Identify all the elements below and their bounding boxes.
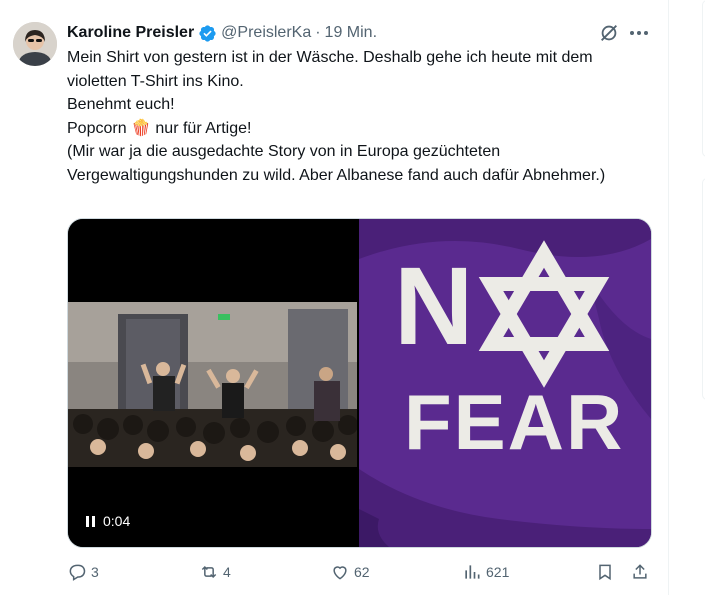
shirt-photo[interactable]: N FEAR <box>359 219 651 547</box>
tweet-text: Mein Shirt von gestern ist in der Wäsche… <box>67 46 652 187</box>
video-time-label: 0:04 <box>103 513 131 529</box>
author-handle[interactable]: @PreislerKa <box>221 24 311 42</box>
media-grid: 0:04 N FEAR <box>67 218 652 548</box>
like-count: 62 <box>354 564 370 580</box>
tweet[interactable]: Karoline Preisler @PreislerKa · 19 Min. … <box>0 0 669 595</box>
verified-badge-icon[interactable] <box>198 24 217 43</box>
author-name[interactable]: Karoline Preisler <box>67 24 194 42</box>
tweet-text-line: (Mir war ja die ausgedachte Story von in… <box>67 143 606 184</box>
views-button[interactable]: 621 <box>462 560 509 584</box>
reply-button[interactable]: 3 <box>67 560 99 584</box>
video-frame <box>68 302 357 467</box>
repost-count: 4 <box>223 564 231 580</box>
bookmark-icon <box>599 564 611 581</box>
timestamp[interactable]: 19 Min. <box>325 24 377 42</box>
repost-icon <box>201 565 217 579</box>
shirt-text-n: N <box>394 245 473 368</box>
tweet-text-line: Mein Shirt von gestern ist in der Wäsche… <box>67 49 593 90</box>
separator-dot: · <box>315 24 321 41</box>
tweet-text-line: Benehmt euch! <box>67 96 175 113</box>
like-button[interactable]: 62 <box>330 560 370 584</box>
avatar[interactable] <box>13 22 57 66</box>
action-bar: 3 4 62 621 <box>67 560 652 584</box>
right-column-edge <box>692 0 705 595</box>
bookmark-button[interactable] <box>595 560 615 584</box>
repost-button[interactable]: 4 <box>199 560 231 584</box>
heart-icon <box>333 566 347 580</box>
views-chart-icon <box>465 565 480 579</box>
tweet-header: Karoline Preisler @PreislerKa · 19 Min. <box>67 22 377 44</box>
shirt-image: N FEAR <box>359 219 651 547</box>
reply-count: 3 <box>91 564 99 580</box>
reply-icon <box>69 564 86 581</box>
views-count: 621 <box>486 564 510 580</box>
video-player[interactable]: 0:04 <box>68 219 357 547</box>
shirt-text-fear: FEAR <box>404 378 624 466</box>
tweet-text-line: Popcorn 🍿 nur für Artige! <box>67 119 252 137</box>
share-button[interactable] <box>630 560 650 584</box>
more-options-icon[interactable] <box>628 22 650 44</box>
video-timestamp[interactable]: 0:04 <box>86 513 130 529</box>
share-icon <box>633 564 647 579</box>
pause-icon[interactable] <box>86 515 95 527</box>
grok-icon[interactable] <box>598 22 620 44</box>
